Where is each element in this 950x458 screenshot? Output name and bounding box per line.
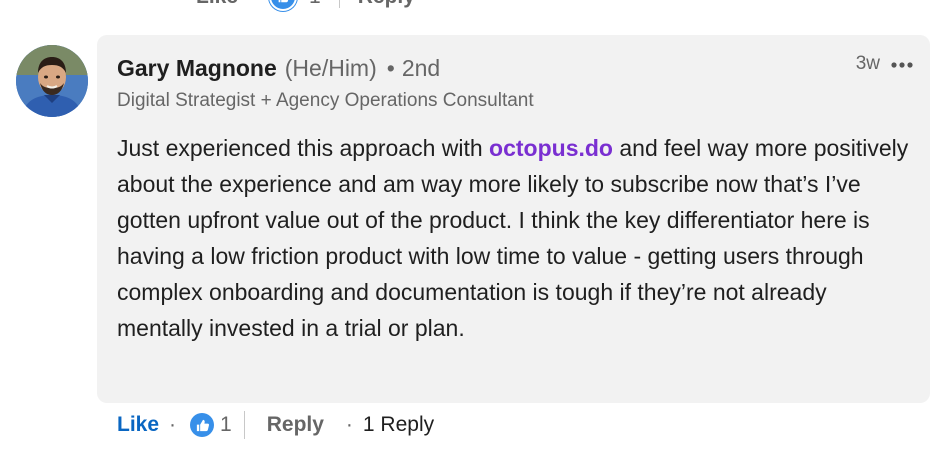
avatar[interactable]	[16, 45, 88, 117]
previous-reaction-count: 1	[309, 0, 321, 9]
ellipsis-icon	[891, 55, 913, 73]
author-pronouns: (He/Him)	[284, 55, 377, 81]
author-row: Gary Magnone (He/Him) • 2nd	[117, 55, 440, 82]
separator-dot: ·	[169, 413, 177, 436]
action-divider	[338, 0, 340, 8]
reaction-count[interactable]: 1	[220, 413, 232, 437]
thumbs-up-icon[interactable]	[190, 413, 215, 437]
comment-page: Like · 1 Reply Gary Magnone (He/Him) •	[0, 0, 950, 458]
connection-degree: 2nd	[401, 55, 441, 81]
comment-text-before-link: Just experienced this approach with	[117, 135, 490, 161]
view-replies-link[interactable]: 1 Reply	[363, 413, 434, 437]
previous-like-button[interactable]: Like	[196, 0, 238, 9]
comment-text: Just experienced this approach with octo…	[117, 130, 917, 346]
comment-actions: Like · 1 Reply · 1 Reply	[117, 408, 434, 442]
previous-comment-actions: Like · 1 Reply	[196, 0, 415, 11]
author-name[interactable]: Gary Magnone	[117, 55, 277, 82]
like-button[interactable]: Like	[117, 413, 159, 437]
separator-dot: •	[386, 55, 395, 81]
author-headline: Digital Strategist + Agency Operations C…	[117, 90, 534, 111]
separator-dot: ·	[345, 413, 353, 436]
previous-reply-button[interactable]: Reply	[358, 0, 415, 9]
comment-timestamp: 3w	[855, 53, 880, 74]
comment-text-after-link: and feel way more positively about the e…	[117, 135, 909, 341]
comment-bubble: Gary Magnone (He/Him) • 2nd Digital Stra…	[97, 35, 930, 403]
comment-link[interactable]: octopus.do	[489, 135, 613, 161]
more-options-button[interactable]	[888, 51, 916, 77]
action-divider	[243, 411, 245, 439]
thumbs-up-icon	[269, 0, 298, 11]
separator-dot: ·	[250, 0, 257, 9]
reply-button[interactable]: Reply	[267, 413, 324, 437]
